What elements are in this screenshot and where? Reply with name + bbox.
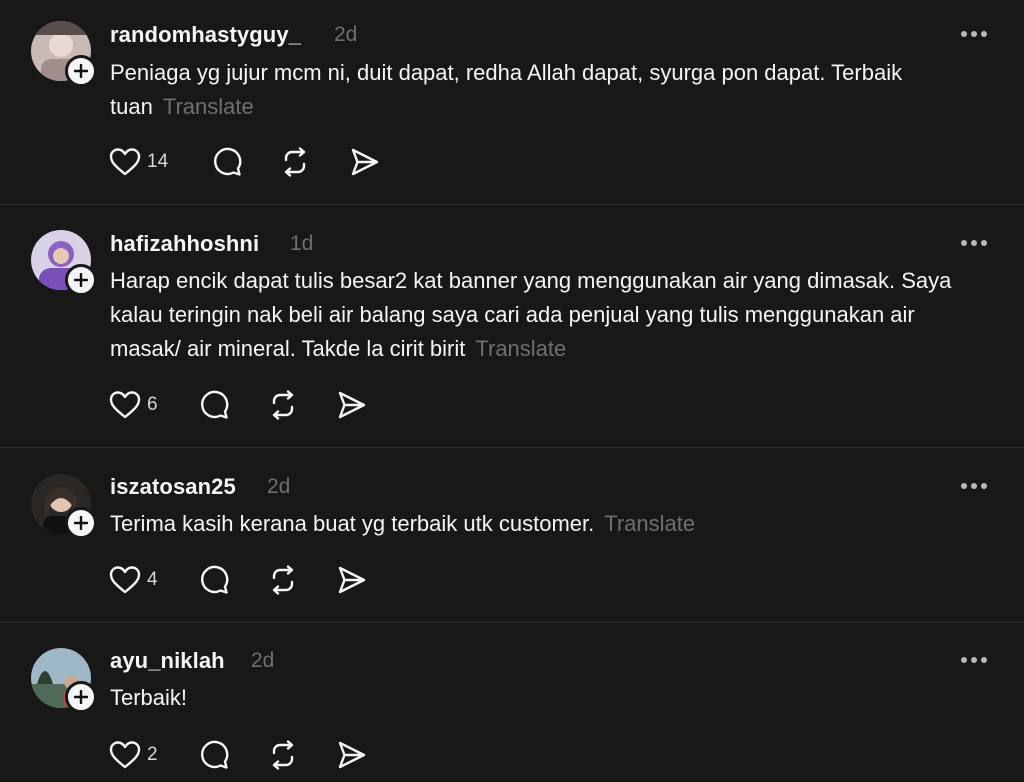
like-count: 14 [147,151,169,172]
repost-button[interactable] [268,740,298,770]
more-icon[interactable] [961,479,991,493]
timestamp: 2d [267,475,291,498]
divider [0,204,1024,205]
more-icon[interactable] [961,653,991,667]
share-button[interactable] [350,147,380,177]
username[interactable]: ayu_niklah [110,648,225,674]
timestamp: 2d [334,23,358,46]
username[interactable]: randomhastyguy_ [110,22,301,48]
repost-icon [272,740,294,770]
follow-button[interactable] [65,507,97,539]
username[interactable]: iszatosan25 [110,474,236,500]
repost-icon [272,565,294,595]
more-icon[interactable] [961,236,991,250]
post-body: Terima kasih kerana buat yg terbaik utk … [110,511,595,536]
more-icon[interactable] [961,27,991,41]
divider [0,622,1024,623]
heart-icon [109,148,141,176]
post-text: Harap encik dapat tulis besar2 kat banne… [110,264,990,366]
repost-icon [272,390,294,420]
follow-plus-icon [74,516,88,530]
repost-button[interactable] [268,565,298,595]
follow-button[interactable] [65,264,97,296]
comment-icon [201,740,229,769]
share-icon [338,741,366,769]
share-button[interactable] [337,740,367,770]
comment-icon [201,565,229,594]
share-icon [338,566,366,594]
repost-icon [284,147,306,177]
like-button[interactable]: 6 [109,390,158,420]
comment-button[interactable] [199,390,229,420]
heart-icon [109,741,141,769]
follow-button[interactable] [65,681,97,713]
follow-plus-icon [74,64,88,78]
like-count: 2 [147,744,158,765]
like-button[interactable]: 2 [109,740,158,770]
translate-link[interactable]: Translate [604,511,695,536]
translate-link[interactable]: Translate [163,94,254,119]
share-icon [351,148,379,176]
share-icon [338,391,366,419]
like-button[interactable]: 14 [109,147,168,177]
follow-plus-icon [74,690,88,704]
post-body: Terbaik! [110,685,188,710]
follow-plus-icon [74,273,88,287]
like-count: 6 [147,394,158,415]
translate-link[interactable]: Translate [475,336,566,361]
repost-button[interactable] [280,147,310,177]
post-text: Peniaga yg jujur mcm ni, duit dapat, red… [110,56,990,124]
username[interactable]: hafizahhoshni [110,231,259,257]
heart-icon [109,391,141,419]
post-text: Terima kasih kerana buat yg terbaik utk … [110,507,990,541]
share-button[interactable] [337,390,367,420]
timestamp: 1d [290,232,314,255]
comment-icon [214,147,242,176]
like-button[interactable]: 4 [109,565,158,595]
comment-button[interactable] [199,740,229,770]
repost-button[interactable] [268,390,298,420]
divider [0,447,1024,448]
comment-button[interactable] [199,565,229,595]
post-text: Terbaik! [110,681,990,715]
timestamp: 2d [251,649,275,672]
comment-icon [201,390,229,419]
follow-button[interactable] [65,55,97,87]
comment-button[interactable] [212,147,242,177]
share-button[interactable] [337,565,367,595]
heart-icon [109,566,141,594]
like-count: 4 [147,569,158,590]
